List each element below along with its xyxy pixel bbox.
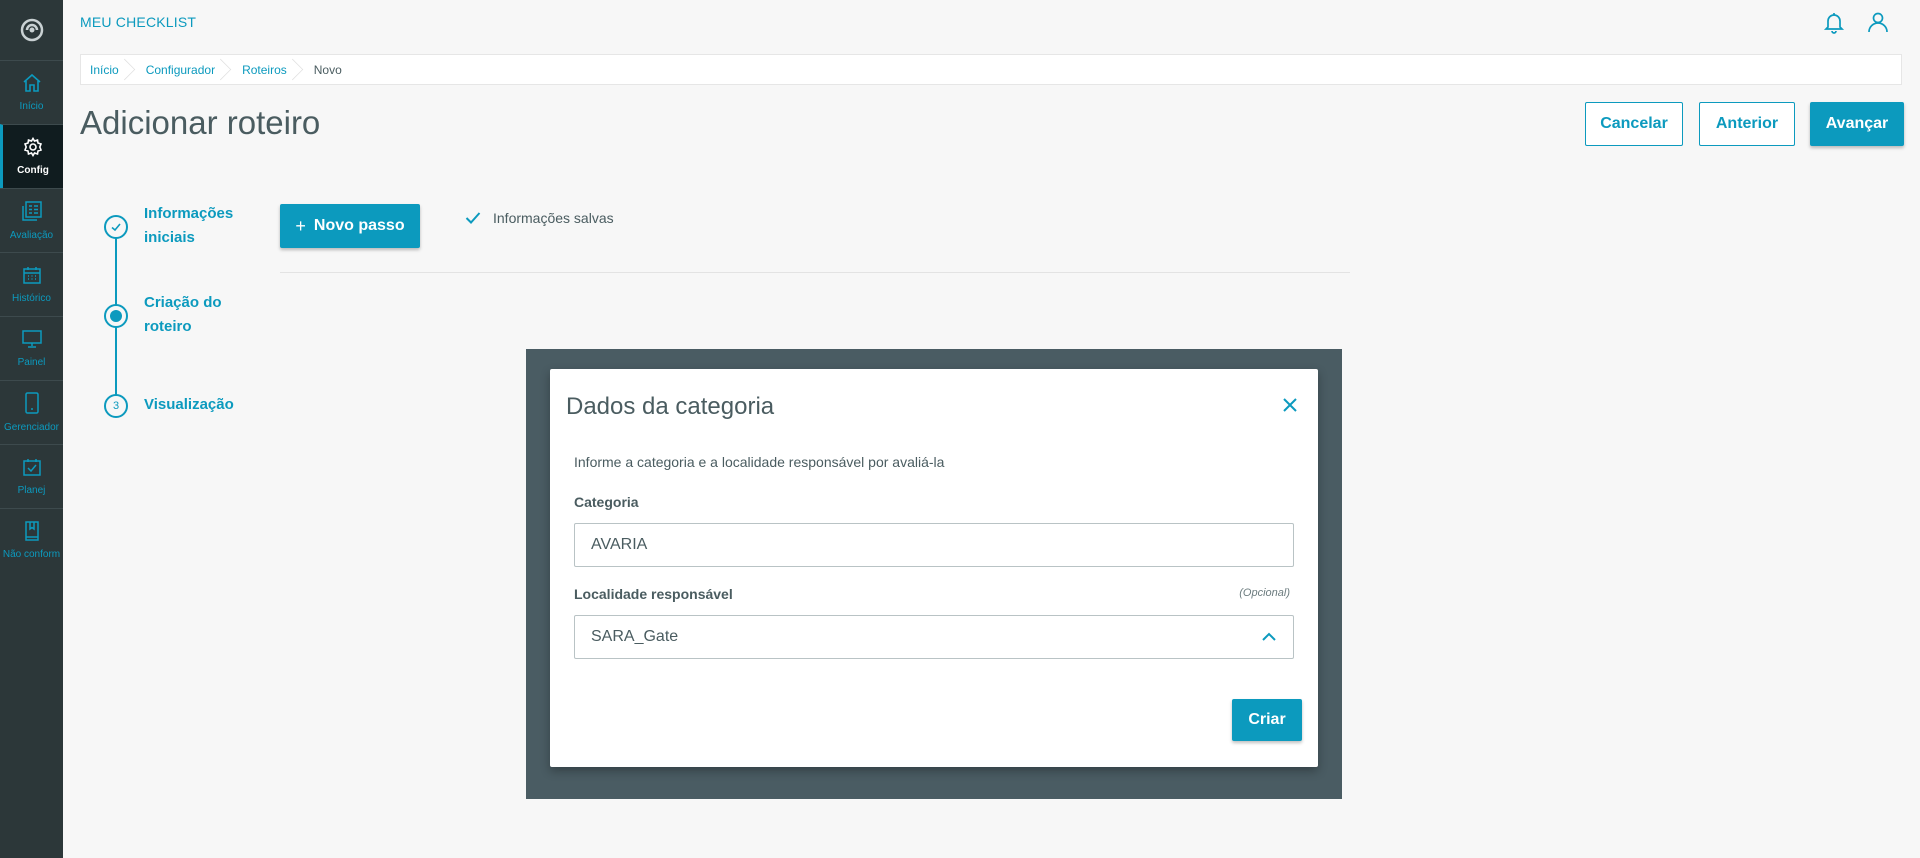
close-icon xyxy=(1283,398,1297,412)
sidebar-item-label: Painel xyxy=(17,357,46,368)
calendar-icon xyxy=(22,267,41,284)
monitor-icon xyxy=(21,330,42,348)
step-number: 3 xyxy=(112,400,120,412)
home-icon xyxy=(22,73,41,92)
category-value: AVARIA xyxy=(591,536,648,553)
step-label-line: Informações xyxy=(144,205,234,222)
sidebar-item-planej[interactable]: Planej xyxy=(0,444,63,508)
sidebar-item-label: Histórico xyxy=(12,293,51,304)
notifications-button[interactable] xyxy=(1822,10,1846,34)
logo-icon xyxy=(20,18,43,42)
saved-status: Informações salvas xyxy=(465,210,614,226)
previous-button[interactable]: Anterior xyxy=(1699,102,1795,146)
step-1-indicator[interactable] xyxy=(104,215,128,239)
sidebar-item-inicio[interactable]: Início xyxy=(0,60,63,124)
sidebar-item-label: Avaliação xyxy=(9,230,54,241)
optional-hint: (Opcional) xyxy=(1239,587,1290,599)
step-label-line: Visualização xyxy=(144,396,234,413)
close-button[interactable] xyxy=(1280,395,1300,415)
plus-icon: + xyxy=(295,215,306,236)
sidebar: Início Config Avaliação Histórico Painel xyxy=(0,0,63,858)
step-3-label[interactable]: Visualização xyxy=(144,393,234,417)
sidebar-item-painel[interactable]: Painel xyxy=(0,316,63,380)
locality-label: Localidade responsável xyxy=(574,586,733,602)
app-logo[interactable] xyxy=(0,0,63,60)
mobile-icon xyxy=(24,392,39,414)
locality-value: SARA_Gate xyxy=(591,628,679,645)
bell-icon xyxy=(1823,13,1845,34)
breadcrumb-item-inicio[interactable]: Início xyxy=(81,55,137,84)
gear-icon xyxy=(23,137,43,157)
new-step-button[interactable]: + Novo passo xyxy=(280,204,420,248)
sidebar-item-label: Config xyxy=(17,165,49,176)
check-icon xyxy=(111,223,121,232)
calendar-check-icon xyxy=(22,459,41,476)
category-dialog: Dados da categoria Informe a categoria e… xyxy=(550,369,1318,767)
chevron-up-icon xyxy=(1262,632,1276,641)
sidebar-item-avaliacao[interactable]: Avaliação xyxy=(0,188,63,252)
user-icon xyxy=(1868,12,1888,33)
step-label-line: iniciais xyxy=(144,229,195,246)
sidebar-item-label: Não conform xyxy=(2,549,61,560)
locality-select[interactable]: SARA_Gate xyxy=(574,615,1294,659)
dialog-title: Dados da categoria xyxy=(566,393,775,420)
sidebar-item-label: Gerenciador xyxy=(3,422,60,433)
next-button[interactable]: Avançar xyxy=(1810,102,1904,146)
new-step-label: Novo passo xyxy=(313,217,405,234)
bookmark-icon xyxy=(24,521,39,541)
category-label: Categoria xyxy=(574,494,639,510)
checklist-icon xyxy=(21,201,42,221)
cancel-button[interactable]: Cancelar xyxy=(1585,102,1683,146)
step-3-indicator[interactable]: 3 xyxy=(104,394,128,418)
sidebar-item-gerenciador[interactable]: Gerenciador xyxy=(0,380,63,444)
sidebar-item-config[interactable]: Config xyxy=(0,124,63,188)
step-2-indicator[interactable] xyxy=(104,304,128,328)
dialog-description: Informe a categoria e a localidade respo… xyxy=(574,454,945,470)
step-2-label[interactable]: Criação do roteiro xyxy=(144,291,222,339)
check-icon xyxy=(465,212,481,224)
page-title: Adicionar roteiro xyxy=(80,104,321,141)
sidebar-item-label: Planej xyxy=(17,485,46,496)
breadcrumb-item-novo: Novo xyxy=(313,62,342,77)
app-title: MEU CHECKLIST xyxy=(80,14,197,30)
sidebar-item-nao-conform[interactable]: Não conform xyxy=(0,508,63,572)
breadcrumb-item-configurador[interactable]: Configurador xyxy=(137,55,233,84)
saved-status-text: Informações salvas xyxy=(493,210,614,226)
step-label-line: roteiro xyxy=(144,318,192,335)
current-step-dot xyxy=(110,310,122,322)
breadcrumb-item-roteiros[interactable]: Roteiros xyxy=(233,55,305,84)
breadcrumb: Início Configurador Roteiros Novo xyxy=(80,54,1902,85)
create-button[interactable]: Criar xyxy=(1232,699,1302,741)
category-input[interactable]: AVARIA xyxy=(574,523,1294,567)
user-profile-button[interactable] xyxy=(1866,10,1890,34)
sidebar-item-historico[interactable]: Histórico xyxy=(0,252,63,316)
sidebar-item-label: Início xyxy=(19,101,44,112)
content-divider xyxy=(280,272,1350,273)
step-label-line: Criação do xyxy=(144,294,222,311)
step-1-label[interactable]: Informações iniciais xyxy=(144,202,233,250)
